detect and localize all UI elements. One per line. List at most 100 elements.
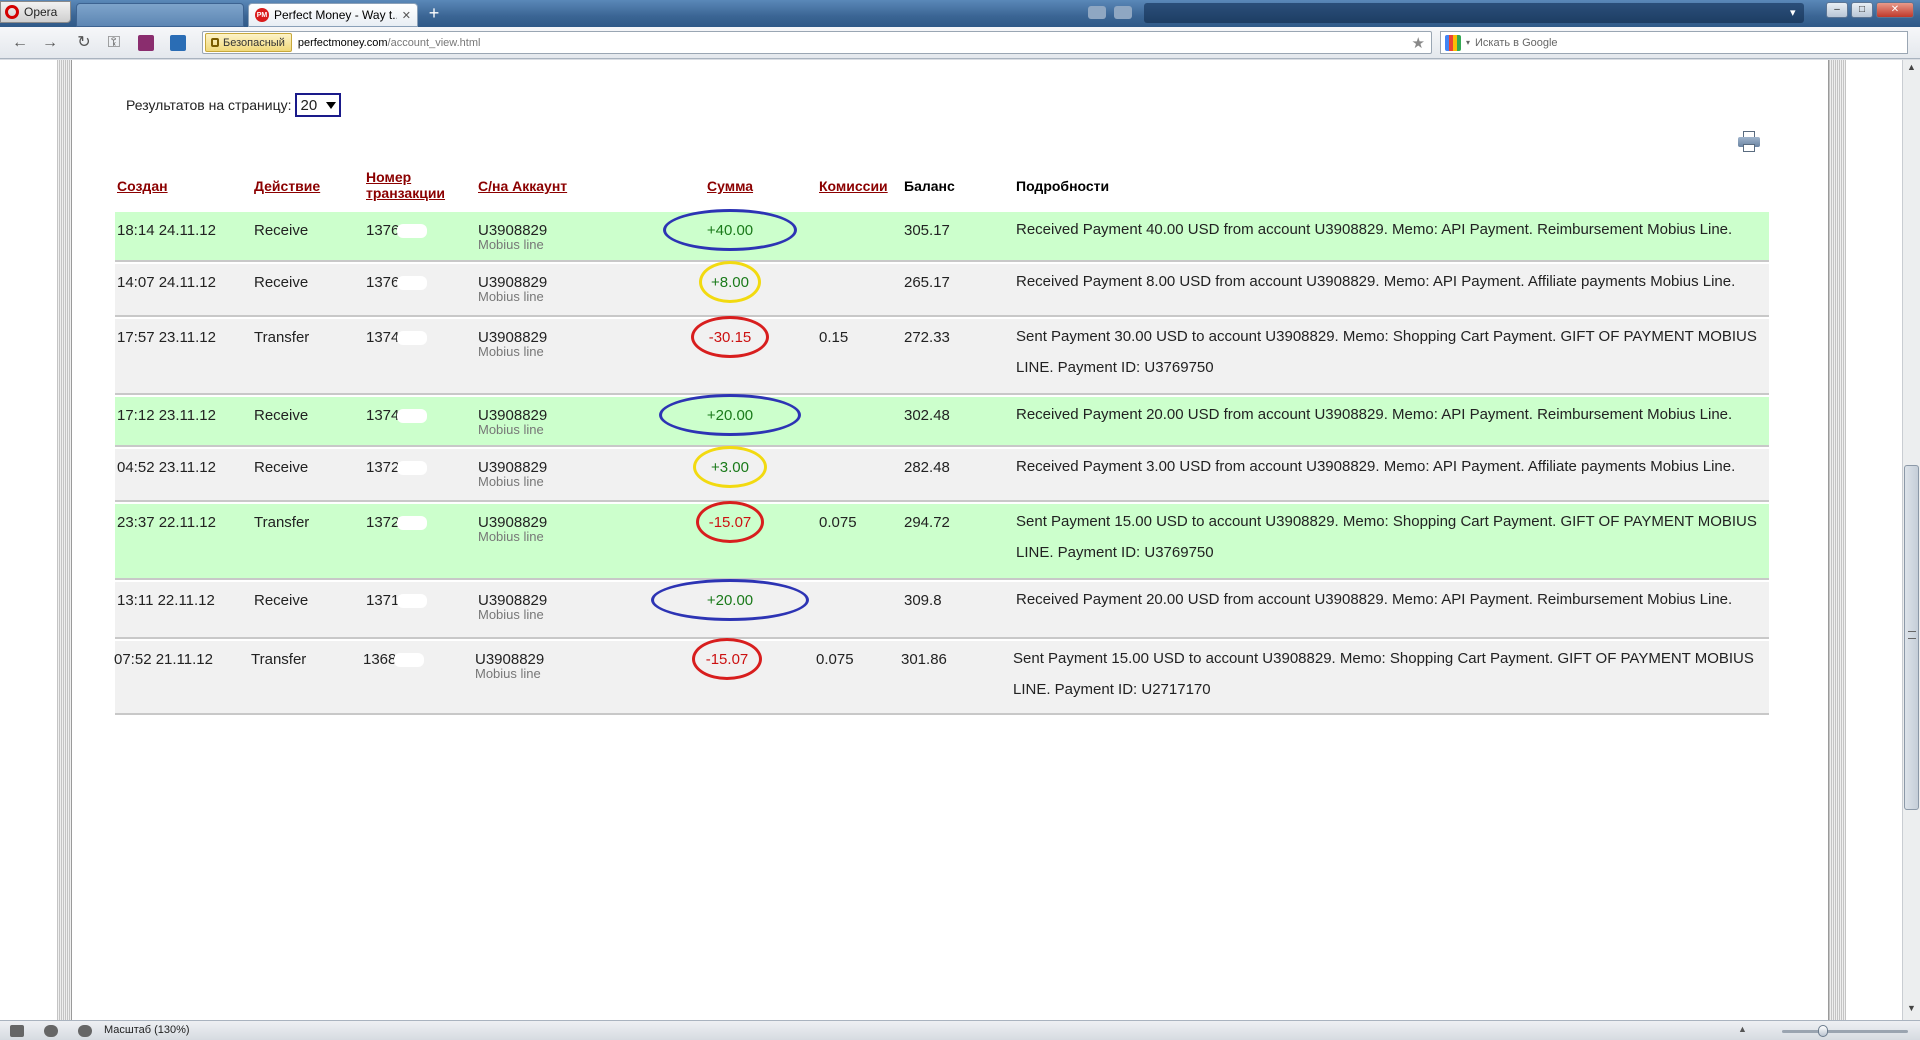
cell-created: 17:57 23.11.12 (117, 329, 216, 346)
zoom-label: Масштаб (130%) (104, 1024, 190, 1036)
cell-created: 04:52 23.11.12 (117, 459, 216, 476)
zoom-slider[interactable] (1782, 1030, 1908, 1033)
cell-balance: 305.17 (904, 222, 950, 239)
tab-bar: Opera PM Perfect Money - Way t... ✕ + ▾ … (0, 0, 1920, 27)
cell-account-name: Mobius line (478, 422, 544, 437)
search-input[interactable]: ▾ Искать в Google (1440, 31, 1908, 54)
cell-transaction-number[interactable]: 1376 (366, 274, 428, 291)
security-badge[interactable]: Безопасный (205, 33, 292, 52)
redaction-mark (394, 653, 425, 668)
tab-title: Perfect Money - Way t... (274, 8, 397, 22)
transaction-number: 1376 (366, 274, 400, 291)
amount-value: +8.00 (711, 273, 749, 291)
transaction-number: 1372 (366, 459, 400, 476)
key-icon[interactable]: ⚿ (104, 33, 124, 53)
header-transaction-line1: Номер (366, 169, 412, 185)
cell-transaction-number[interactable]: 1372 (366, 459, 428, 476)
header-details: Подробности (1016, 178, 1110, 194)
cell-transaction-number[interactable]: 1368 (363, 651, 425, 668)
table-row: 17:12 23.11.12 Receive 1374 U3908829 Mobius … (115, 394, 1769, 447)
table-row: 23:37 22.11.12 Transfer 1372 U3908829 Mobius… (115, 501, 1769, 580)
table-row: 13:11 22.11.12 Receive 1371 U3908829 Mobius … (115, 579, 1769, 639)
cell-details: Sent Payment 30.00 USD to account U39088… (1016, 328, 1757, 376)
page-frame-left (57, 60, 72, 1020)
scrollbar-thumb[interactable] (1904, 465, 1919, 810)
google-icon[interactable] (1445, 34, 1461, 51)
cell-created: 23:37 22.11.12 (117, 514, 216, 531)
trash-icon[interactable] (1114, 6, 1132, 19)
cell-amount-circled: +3.00 (693, 446, 767, 488)
forward-arrow-icon[interactable]: → (40, 33, 60, 53)
cell-balance: 302.48 (904, 407, 950, 424)
back-arrow-icon[interactable]: ← (10, 33, 30, 53)
zoom-slider-knob[interactable] (1818, 1025, 1828, 1037)
cell-transaction-number[interactable]: 1374 (366, 407, 428, 424)
cell-transaction-number[interactable]: 1374 (366, 329, 428, 346)
header-created[interactable]: Создан (117, 178, 168, 194)
header-fee[interactable]: Комиссии (819, 178, 888, 194)
close-window-button[interactable]: ✕ (1876, 2, 1914, 18)
scroll-down-arrow-icon[interactable]: ▼ (1905, 1003, 1918, 1016)
header-amount[interactable]: Сумма (707, 178, 753, 194)
scroll-up-arrow-icon[interactable]: ▲ (1905, 62, 1918, 75)
speedometer-icon[interactable] (78, 1025, 92, 1037)
cell-transaction-number[interactable]: 1372 (366, 514, 428, 531)
status-bar: Масштаб (130%) ▲ (0, 1020, 1920, 1040)
cell-created: 14:07 24.11.12 (117, 274, 216, 291)
minimize-button[interactable]: – (1826, 2, 1848, 18)
header-transaction-number[interactable]: Номер транзакции (366, 169, 445, 201)
tab-blank[interactable] (76, 3, 244, 27)
opera-menu-button[interactable]: Opera (0, 1, 71, 23)
vertical-scrollbar[interactable]: ▲ ▼ (1902, 60, 1920, 1020)
search-engine-dropdown-icon[interactable]: ▾ (1466, 38, 1470, 47)
printer-icon[interactable] (1738, 131, 1760, 153)
header-transaction-line2: транзакции (366, 185, 446, 201)
cell-account-name: Mobius line (478, 607, 544, 622)
address-bar[interactable]: Безопасный perfectmoney.com/account_view… (202, 31, 1432, 54)
redaction-mark (397, 594, 428, 609)
new-tab-button[interactable]: + (424, 3, 444, 23)
page-frame-right (1828, 60, 1846, 1020)
tab-perfect-money[interactable]: PM Perfect Money - Way t... ✕ (248, 3, 418, 27)
cell-account-name: Mobius line (478, 289, 544, 304)
header-action[interactable]: Действие (254, 178, 320, 194)
table-row: 18:14 24.11.12 Receive 1376 U3908829 Mobius … (115, 209, 1769, 262)
cell-amount-circled: +20.00 (651, 579, 809, 621)
cloud-icon[interactable] (44, 1025, 58, 1037)
cell-amount-circled: -15.07 (692, 638, 762, 680)
monitor-icon[interactable] (1088, 6, 1106, 19)
reload-icon[interactable]: ↻ (74, 33, 94, 53)
cell-transaction-number[interactable]: 1371 (366, 592, 428, 609)
panel-toggle-icon[interactable] (10, 1025, 24, 1037)
amount-value: +20.00 (706, 591, 754, 609)
tab-close-icon[interactable]: ✕ (402, 9, 411, 22)
bookmark-star-icon[interactable]: ★ (1412, 34, 1425, 52)
header-account[interactable]: С/на Аккаунт (478, 178, 567, 194)
zoom-menu-arrow-icon[interactable]: ▲ (1738, 1024, 1747, 1034)
cell-action: Transfer (254, 329, 310, 346)
redaction-mark (397, 409, 428, 424)
results-per-page: Результатов на страницу: 20 (126, 93, 342, 117)
maximize-button[interactable]: □ (1851, 2, 1873, 18)
cell-balance: 301.86 (901, 651, 947, 668)
amount-value: +20.00 (706, 406, 754, 424)
speed-dial-icon[interactable] (170, 35, 186, 51)
results-per-page-select[interactable]: 20 (295, 93, 342, 117)
cell-amount-circled: -15.07 (696, 501, 764, 543)
cell-details: Sent Payment 15.00 USD to account U39088… (1013, 650, 1754, 698)
bookmark-extension-icon[interactable] (138, 35, 154, 51)
cell-account-name: Mobius line (475, 666, 541, 681)
cell-details: Received Payment 40.00 USD from account … (1016, 221, 1733, 238)
lock-icon (211, 38, 219, 47)
cell-account-name: Mobius line (478, 237, 544, 252)
amount-value: -30.15 (708, 328, 752, 346)
table-row: 17:57 23.11.12 Transfer 1374 U3908829 Mobius… (115, 316, 1769, 395)
tab-list-chevron-icon[interactable]: ▾ (1790, 6, 1796, 19)
cell-amount-circled: +40.00 (663, 209, 797, 251)
url-host: perfectmoney.com (297, 36, 388, 49)
transaction-number: 1368 (363, 651, 397, 668)
results-per-page-value: 20 (300, 96, 318, 114)
cell-details: Received Payment 20.00 USD from account … (1016, 591, 1733, 608)
table-row: 04:52 23.11.12 Receive 1372 U3908829 Mobius … (115, 446, 1769, 502)
cell-transaction-number[interactable]: 1376 (366, 222, 428, 239)
